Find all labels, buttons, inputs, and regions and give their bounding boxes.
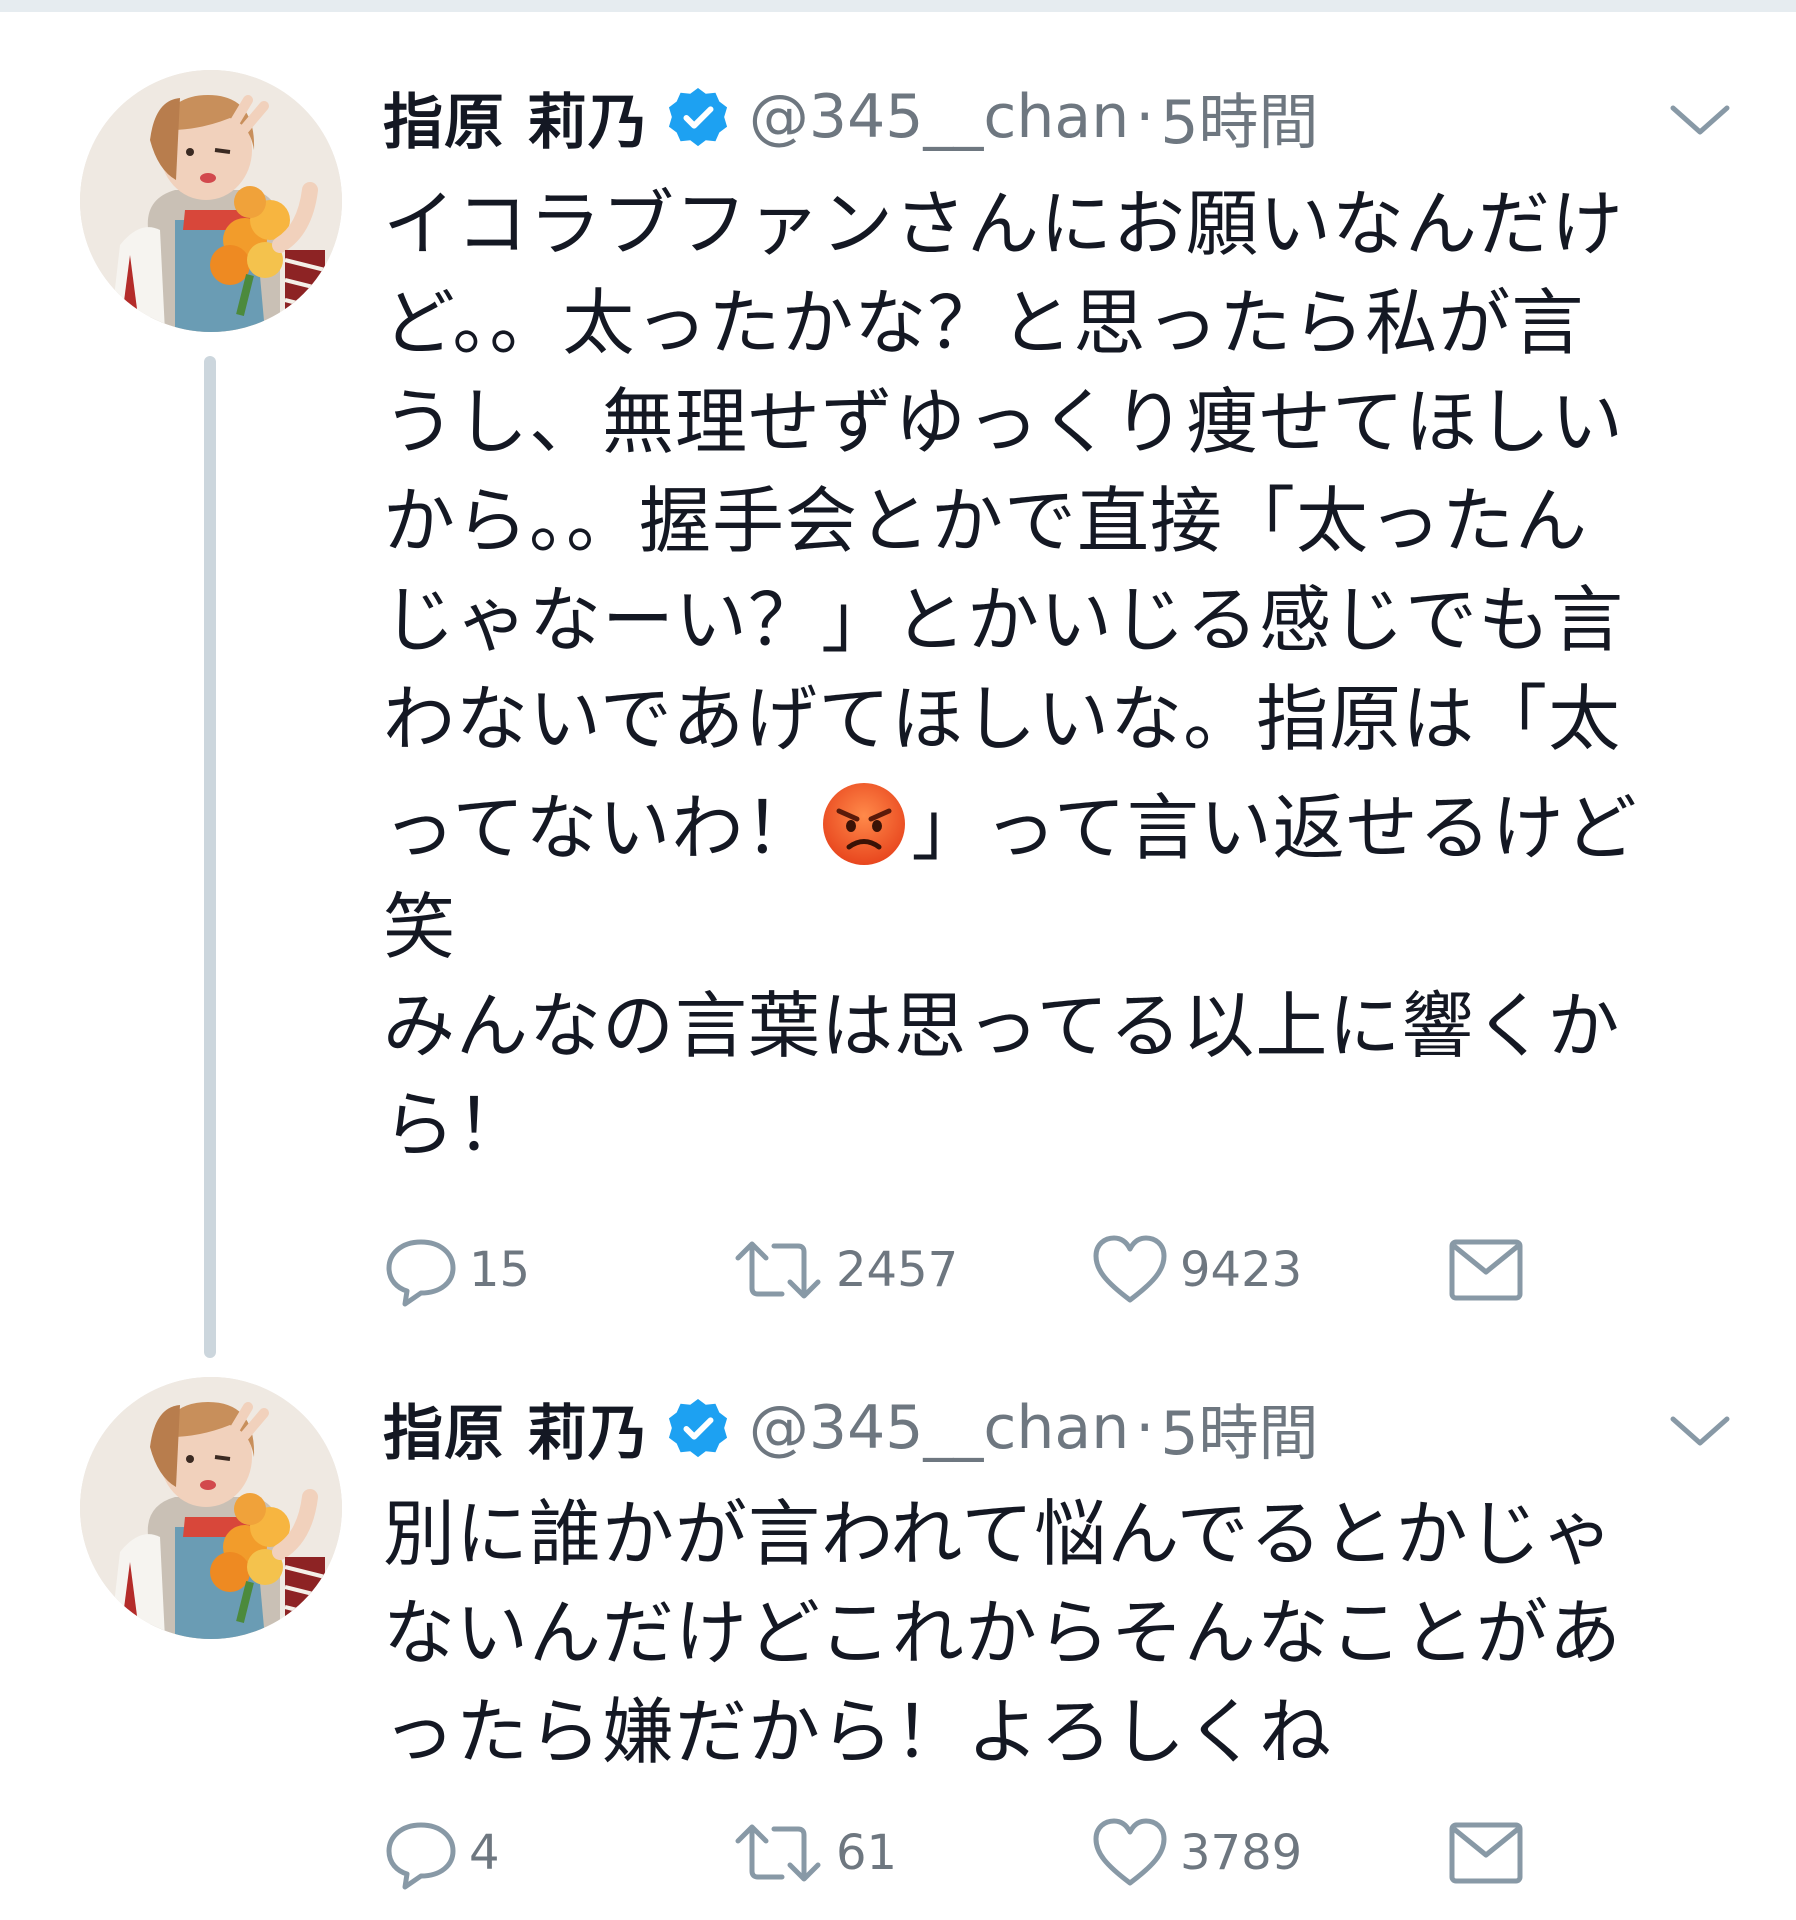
- tweet-timestamp[interactable]: 5時間: [1160, 1385, 1318, 1472]
- tweet-text-segment: ってないわ！: [383, 786, 818, 870]
- like-count: 9423: [1180, 1242, 1303, 1298]
- retweet-count: 61: [836, 1825, 898, 1881]
- retweet-button[interactable]: 61: [730, 1808, 897, 1898]
- tweet-text-segment: 」って言い返せるけど: [911, 786, 1638, 870]
- author-name[interactable]: 指原 莉乃: [383, 1385, 649, 1472]
- tweet-text: イコラブファンさんにお願いなんだけ ど。。太ったかな？と思ったら私が言 うし、無理せ…: [383, 175, 1703, 1175]
- tweet-actions: 4 61 3789: [383, 1808, 1743, 1898]
- tweet-text-line: ったら嫌だから！よろしくね: [383, 1690, 1333, 1774]
- like-icon: [1093, 1235, 1167, 1303]
- tweet-text: 別に誰かが言われて悩んでるとかじゃ ないんだけどこれからそんなことがあ ったら嫌だか…: [383, 1485, 1703, 1782]
- tweet-actions: 15 2457 9423: [383, 1225, 1743, 1315]
- avatar[interactable]: [80, 1377, 342, 1639]
- reply-button[interactable]: 4: [383, 1808, 500, 1898]
- tweet-text-line: みんなの言葉は思ってる以上に響くか: [383, 984, 1621, 1068]
- tweet[interactable]: 指原 莉乃 @345__chan · 5時間 イコラブファンさんにお願いなんだけ…: [0, 40, 1796, 1358]
- retweet-icon: [735, 1241, 821, 1299]
- like-button[interactable]: 3789: [1090, 1808, 1302, 1898]
- thread-connector-line: [204, 356, 216, 1358]
- direct-message-button[interactable]: [1446, 1808, 1526, 1898]
- author-handle[interactable]: @345__chan: [749, 1393, 1129, 1463]
- tweet-text-line: 笑: [383, 885, 457, 969]
- tweet-timestamp[interactable]: 5時間: [1160, 74, 1318, 161]
- reply-count: 15: [469, 1242, 531, 1298]
- tweet-text-line: イコラブファンさんにお願いなんだけ: [383, 182, 1625, 266]
- tweet-text-line: から。。握手会とかで直接「太ったん: [383, 479, 1589, 563]
- direct-message-button[interactable]: [1446, 1225, 1526, 1315]
- tweet[interactable]: 指原 莉乃 @345__chan · 5時間 別に誰かが言われて悩んでるとかじゃ…: [0, 1345, 1796, 1920]
- tweet-header: 指原 莉乃 @345__chan · 5時間: [383, 1373, 1319, 1483]
- tweet-header: 指原 莉乃 @345__chan · 5時間: [383, 62, 1319, 172]
- direct-message-icon: [1449, 1822, 1523, 1884]
- tweet-text-line: じゃなーい？」とかいじる感じでも言: [383, 578, 1625, 662]
- verified-badge-icon: [668, 87, 727, 147]
- separator-dot: ·: [1135, 1393, 1155, 1463]
- tweet-text-line: うし、無理せずゆっくり痩せてほしい: [383, 380, 1625, 464]
- direct-message-icon: [1449, 1239, 1523, 1301]
- reply-icon: [386, 1239, 456, 1307]
- top-divider: [0, 0, 1796, 12]
- angry-face-emoji-icon: [823, 783, 906, 865]
- chevron-down-icon[interactable]: [1665, 100, 1735, 140]
- retweet-icon: [735, 1824, 821, 1882]
- tweet-text-line: ど。。太ったかな？と思ったら私が言: [383, 281, 1585, 365]
- tweet-text-line: わないであげてほしいな。指原は「太: [383, 677, 1622, 761]
- like-button[interactable]: 9423: [1090, 1225, 1302, 1315]
- tweet-text-line: 別に誰かが言われて悩んでるとかじゃ: [383, 1492, 1615, 1576]
- like-icon: [1093, 1818, 1167, 1886]
- avatar-photo: [80, 1377, 342, 1639]
- retweet-button[interactable]: 2457: [730, 1225, 958, 1315]
- chevron-down-icon[interactable]: [1665, 1411, 1735, 1451]
- avatar-photo: [80, 70, 342, 332]
- reply-button[interactable]: 15: [383, 1225, 530, 1315]
- tweet-text-line: ら！: [383, 1083, 530, 1167]
- avatar[interactable]: [80, 70, 342, 332]
- tweet-text-line: ってないわ！ 」って言い返せるけど: [383, 779, 1703, 878]
- author-handle[interactable]: @345__chan: [749, 82, 1129, 152]
- retweet-count: 2457: [836, 1242, 959, 1298]
- tweet-text-line: ないんだけどこれからそんなことがあ: [383, 1591, 1622, 1675]
- like-count: 3789: [1180, 1825, 1303, 1881]
- reply-icon: [386, 1822, 456, 1890]
- separator-dot: ·: [1135, 82, 1155, 152]
- reply-count: 4: [469, 1825, 500, 1881]
- author-name[interactable]: 指原 莉乃: [383, 74, 649, 161]
- verified-badge-icon: [668, 1398, 727, 1458]
